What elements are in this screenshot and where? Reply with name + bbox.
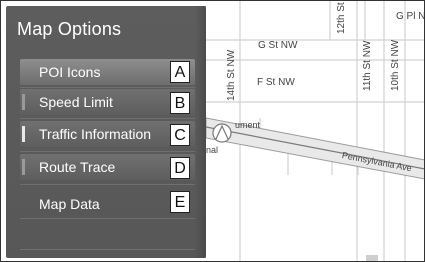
street-label-12th-st: 12th St — [336, 2, 347, 34]
street-label-national: nal — [206, 145, 219, 155]
panel-edge-shadow — [195, 6, 206, 258]
menu-item-poi-icons[interactable]: POI Icons — [20, 59, 195, 85]
menu-item-label: Speed Limit — [39, 94, 113, 110]
toggle-indicator — [22, 159, 25, 175]
menu-item-label: Map Data — [39, 196, 100, 212]
menu-divider — [20, 118, 195, 119]
street-label-f-st-nw: F St NW — [257, 77, 295, 88]
menu-item-traffic-information[interactable]: Traffic Information — [20, 121, 195, 147]
callout-b: B — [170, 92, 190, 114]
street-label-10th-st-nw: 10th St NW — [390, 39, 401, 91]
callout-d: D — [170, 157, 190, 179]
menu-item-label: Traffic Information — [39, 126, 152, 142]
menu-divider — [20, 87, 195, 88]
callout-a: A — [170, 61, 190, 83]
menu-item-label: Route Trace — [39, 159, 116, 175]
menu-item-route-trace[interactable]: Route Trace — [20, 154, 195, 180]
street-label-14th-st-nw: 14th St NW — [226, 49, 237, 101]
toggle-indicator — [22, 126, 25, 142]
menu-divider — [20, 151, 195, 152]
toggle-indicator — [22, 94, 25, 110]
street-label-g-pl: G Pl N — [396, 11, 425, 22]
menu-item-map-data[interactable]: Map Data — [20, 191, 195, 217]
menu-divider — [20, 249, 195, 250]
street-label-11th-st-nw: 11th St NW — [362, 40, 373, 91]
menu-item-speed-limit[interactable]: Speed Limit — [20, 89, 195, 115]
callout-e: E — [170, 191, 190, 213]
street-label-monument: ument — [235, 120, 261, 130]
menu-divider — [20, 218, 195, 219]
street-label-g-st-nw: G St NW — [258, 40, 298, 51]
map-poi-marker — [366, 255, 378, 261]
menu-item-label: POI Icons — [39, 64, 101, 80]
map-options-screen: G St NW F St NW G Pl N ument nal Pennsyl… — [0, 0, 425, 262]
menu-divider — [20, 184, 195, 185]
panel-title: Map Options — [17, 19, 122, 39]
callout-c: C — [170, 124, 190, 146]
